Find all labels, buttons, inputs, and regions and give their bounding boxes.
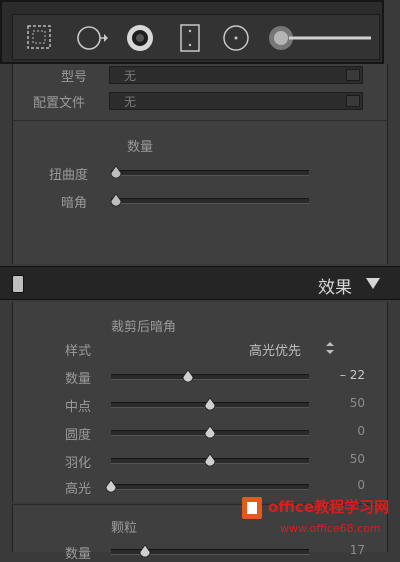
roundness-row: 圆度 0 (13, 422, 389, 448)
watermark: office教程学习网 www.office68.com (240, 494, 400, 552)
vignetting-slider-thumb[interactable] (109, 193, 123, 207)
style-dropdown[interactable]: 高光优先 (249, 338, 341, 359)
feather-value[interactable]: 50 (325, 452, 365, 466)
effects-section-header[interactable]: 效果 (0, 266, 400, 300)
model-label: 型号 (61, 70, 88, 85)
amount-row: 数量 – 22 (13, 366, 389, 392)
vignetting-slider[interactable] (111, 198, 309, 204)
post-crop-vignetting-panel: 裁剪后暗角 样式 高光优先 数量 – 22 中点 50 圆度 0 羽化 50 高… (12, 302, 388, 502)
style-label: 样式 (65, 344, 92, 359)
feather-row: 羽化 50 (13, 450, 389, 476)
tool-strip-inner (12, 14, 380, 60)
amount-slider-thumb[interactable] (181, 369, 195, 383)
tool-strip (0, 0, 384, 64)
highlights-slider[interactable] (111, 484, 309, 490)
midpoint-label: 中点 (65, 400, 92, 415)
post-crop-vignetting-heading: 裁剪后暗角 (111, 320, 177, 335)
highlights-label: 高光 (65, 482, 92, 497)
highlights-value[interactable]: 0 (325, 478, 365, 492)
midpoint-value[interactable]: 50 (325, 396, 365, 410)
amount-slider[interactable] (111, 374, 309, 380)
watermark-brand: office教程学习网 (268, 498, 390, 516)
collapse-triangle-icon[interactable] (366, 278, 380, 290)
distortion-label: 扭曲度 (49, 168, 89, 183)
roundness-label: 圆度 (65, 428, 92, 443)
chevron-updown-icon (346, 95, 360, 107)
panel-switch-toggle[interactable] (12, 275, 24, 293)
adjustment-brush-icon[interactable] (267, 23, 377, 53)
midpoint-slider-thumb[interactable] (203, 397, 217, 411)
distortion-slider[interactable] (111, 170, 309, 176)
crop-overlay-icon[interactable] (25, 23, 53, 51)
amount-label: 数量 (65, 372, 92, 387)
watermark-url: www.office68.com (280, 522, 381, 535)
grain-heading: 颗粒 (111, 521, 138, 536)
profile-label: 配置文件 (33, 96, 86, 111)
model-value: 无 (124, 69, 137, 83)
model-dropdown[interactable]: 无 (109, 66, 363, 84)
graduated-filter-icon[interactable] (177, 23, 203, 53)
amount-heading: 数量 (127, 140, 154, 155)
spot-removal-icon[interactable] (75, 23, 109, 53)
grain-amount-slider-thumb[interactable] (138, 544, 152, 558)
highlights-slider-thumb[interactable] (104, 479, 118, 493)
grain-amount-label: 数量 (65, 547, 92, 562)
effects-title: 效果 (318, 278, 352, 298)
lens-correction-panel: 型号 无 配置文件 无 数量 扭曲度 暗角 (12, 64, 388, 264)
style-value: 高光优先 (249, 344, 302, 359)
roundness-slider-thumb[interactable] (203, 425, 217, 439)
vignetting-label: 暗角 (61, 196, 88, 211)
distortion-slider-thumb[interactable] (109, 165, 123, 179)
chevron-updown-icon (326, 342, 334, 354)
profile-value: 无 (124, 95, 137, 109)
amount-value[interactable]: – 22 (325, 368, 365, 382)
feather-slider-thumb[interactable] (203, 453, 217, 467)
office-logo-icon (242, 497, 262, 519)
feather-label: 羽化 (65, 456, 92, 471)
divider (13, 120, 387, 121)
radial-filter-icon[interactable] (221, 23, 251, 53)
chevron-updown-icon (346, 69, 360, 81)
red-eye-correction-icon[interactable] (125, 23, 155, 53)
profile-dropdown[interactable]: 无 (109, 92, 363, 110)
roundness-value[interactable]: 0 (325, 424, 365, 438)
midpoint-row: 中点 50 (13, 394, 389, 420)
